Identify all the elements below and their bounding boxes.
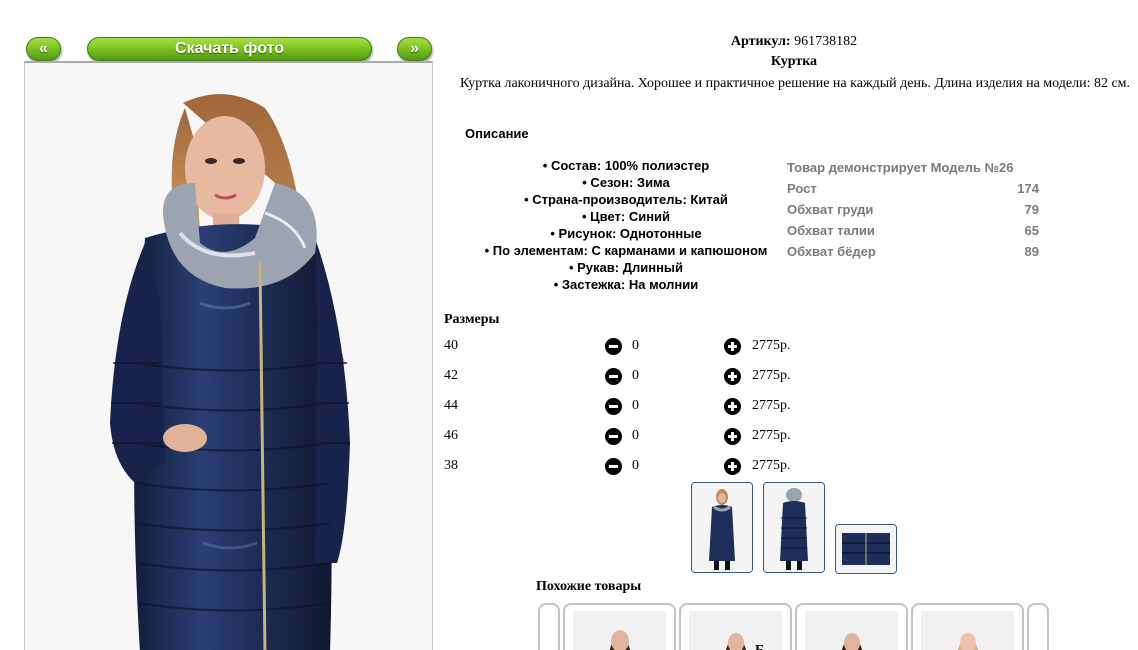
thumbnail-front-image [692,483,752,572]
plus-icon[interactable] [724,368,741,385]
sku-line: Артикул: 961738182 [444,34,1138,50]
thumbnail-front[interactable] [691,482,753,573]
plus-icon[interactable] [724,338,741,355]
size-price: 2775р. [752,428,791,443]
similar-product-image [573,611,666,650]
size-label: 44 [444,398,458,413]
feature-season: • Сезон: Зима [582,175,670,190]
size-price: 2775р. [752,338,791,353]
thumbnail-back[interactable] [763,482,825,573]
main-product-photo [24,61,433,650]
minus-icon[interactable] [605,458,622,475]
sizes-heading: Размеры [444,312,500,327]
size-label: 38 [444,458,458,473]
minus-icon[interactable] [605,398,622,415]
similar-heading: Похожие товары [536,579,642,594]
thumbnail-back-image [764,483,824,572]
model-param-value: 65 [1024,223,1039,238]
model-param-label: Обхват груди [787,202,874,217]
size-label: 46 [444,428,458,443]
thumbnail-detail[interactable] [835,524,897,574]
download-photo-button[interactable]: Скачать фото [87,37,372,61]
model-param-label: Рост [787,181,817,196]
size-row: 42 0 2775р. [444,367,824,387]
similar-product-card[interactable]: Б [679,603,792,650]
size-row: 40 0 2775р. [444,337,824,357]
prev-photo-button[interactable]: « [26,37,61,61]
model-info: Товар демонстрирует Модель №26 Рост 174 О… [787,157,1039,262]
model-param-row: Обхват груди 79 [787,199,1039,220]
plus-icon[interactable] [724,428,741,445]
thumbnail-detail-image [836,525,896,573]
model-param-label: Обхват талии [787,223,875,238]
model-param-row: Обхват бёдер 89 [787,241,1039,262]
minus-icon[interactable] [605,368,622,385]
model-param-row: Рост 174 [787,178,1039,199]
size-label: 42 [444,368,458,383]
jacket-model-image [25,63,432,650]
feature-pattern: • Рисунок: Однотонные [550,226,702,241]
model-title: Товар демонстрирует Модель №26 [787,157,1039,178]
similar-card-text: Б [755,643,764,650]
sku-value: 961738182 [794,34,858,49]
quantity-value: 0 [632,338,639,353]
similar-product-image [805,611,898,650]
similar-prev-button[interactable] [538,603,560,650]
size-row: 44 0 2775р. [444,397,824,417]
model-param-value: 174 [1017,181,1039,196]
minus-icon[interactable] [605,338,622,355]
size-price: 2775р. [752,458,791,473]
size-price: 2775р. [752,398,791,413]
quantity-value: 0 [632,398,639,413]
minus-icon[interactable] [605,428,622,445]
sku-label: Артикул: [730,34,791,49]
similar-product-card[interactable] [795,603,908,650]
size-row: 46 0 2775р. [444,427,824,447]
size-price: 2775р. [752,368,791,383]
feature-elements: • По элементам: С карманами и капюшоном [484,243,768,258]
feature-composition: • Состав: 100% полиэстер [542,158,710,173]
feature-color: • Цвет: Синий [581,209,671,224]
model-title-text: Товар демонстрирует Модель №26 [787,160,1014,175]
similar-next-button[interactable] [1027,603,1049,650]
similar-product-card[interactable] [563,603,676,650]
model-param-value: 89 [1024,244,1039,259]
size-row: 38 0 2775р. [444,457,824,477]
size-label: 40 [444,338,458,353]
product-name: Куртка [770,54,818,69]
model-param-value: 79 [1024,202,1039,217]
next-photo-button[interactable]: » [397,37,432,61]
feature-country: • Страна-производитель: Китай [524,192,728,207]
model-param-row: Обхват талии 65 [787,220,1039,241]
model-param-label: Обхват бёдер [787,244,876,259]
plus-icon[interactable] [724,458,741,475]
plus-icon[interactable] [724,398,741,415]
feature-sleeve: • Рукав: Длинный [568,260,684,275]
quantity-value: 0 [632,428,639,443]
similar-product-image [689,611,782,650]
similar-product-card[interactable] [911,603,1024,650]
quantity-value: 0 [632,458,639,473]
description-heading: Описание [465,126,529,141]
feature-fastener: • Застежка: На молнии [553,277,699,292]
quantity-value: 0 [632,368,639,383]
product-description: Куртка лаконичного дизайна. Хорошее и пр… [459,76,1131,91]
similar-product-image [921,611,1014,650]
